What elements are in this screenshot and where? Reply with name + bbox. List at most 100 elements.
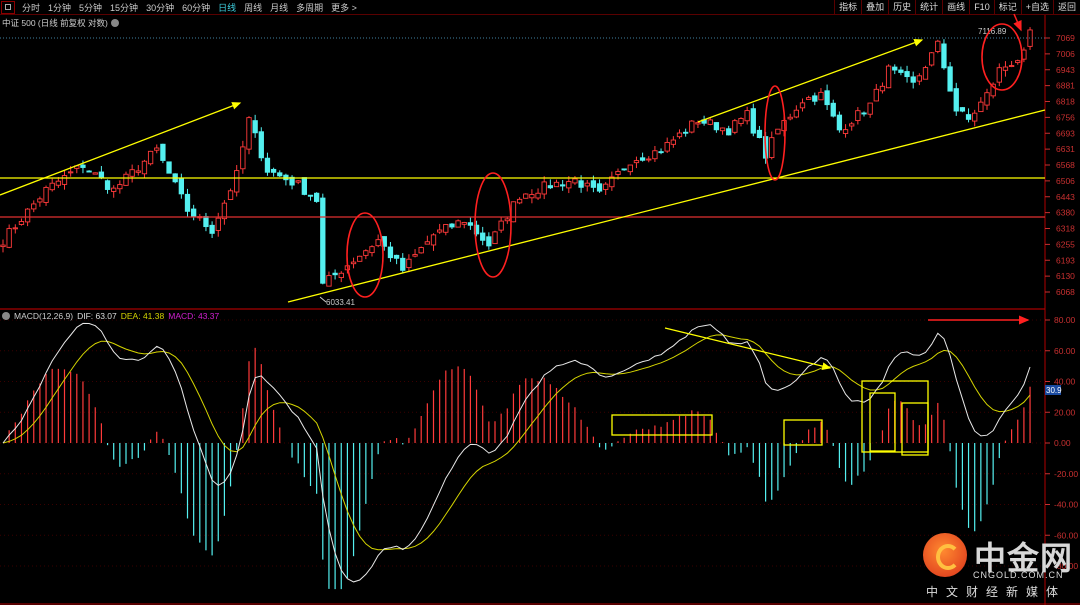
candle-up <box>375 239 381 247</box>
candle-up <box>535 192 541 199</box>
candle-up <box>1008 65 1015 67</box>
candle-down <box>86 170 92 173</box>
candle-up <box>744 110 750 122</box>
highlight-ellipse <box>764 85 786 181</box>
candle-up <box>350 261 357 265</box>
candle-up <box>61 175 68 185</box>
candle-down <box>836 114 843 131</box>
price-tick-label: 6818 <box>1056 97 1075 107</box>
candle-up <box>498 220 504 231</box>
candle-up <box>510 201 517 223</box>
candle-up <box>455 220 461 228</box>
candle-down <box>965 114 972 120</box>
candle-up <box>504 218 510 222</box>
highlight-ellipse <box>474 172 512 278</box>
candle-up <box>984 92 990 106</box>
candle-up <box>842 129 849 134</box>
candle-up <box>855 110 861 121</box>
candle-up <box>584 182 590 187</box>
candle-down <box>160 143 166 161</box>
candle-up <box>879 85 886 92</box>
candle-up <box>664 142 670 152</box>
candle-up <box>652 150 658 160</box>
candle-down <box>861 112 867 115</box>
candle-down <box>203 216 209 228</box>
price-tick-label: 6693 <box>1056 128 1075 138</box>
candle-up <box>369 246 375 254</box>
candle-down <box>639 157 646 161</box>
candle-down <box>750 108 756 134</box>
candle-up <box>996 67 1002 83</box>
candle-down <box>590 180 597 188</box>
candle-up <box>240 146 246 170</box>
candle-up <box>424 241 430 245</box>
candle-up <box>873 88 879 102</box>
candle-up <box>738 118 744 125</box>
price-tick-label: 6318 <box>1056 224 1075 234</box>
price-tick-label: 7069 <box>1056 33 1075 43</box>
candle-up <box>689 120 695 133</box>
candle-up <box>418 247 424 254</box>
candle-down <box>393 254 400 259</box>
candle-down <box>301 177 307 195</box>
candle-down <box>947 66 953 92</box>
candle-up <box>1015 60 1021 64</box>
kline-chart[interactable]: 7069 7006 6943 6881 6818 6756 6693 6631 6568 6506… <box>0 0 1080 605</box>
candle-up <box>129 169 135 177</box>
candle-down <box>830 102 836 117</box>
candle-up <box>363 250 369 256</box>
candle-down <box>277 172 283 177</box>
price-tick-label: 6068 <box>1056 287 1075 297</box>
candle-down <box>178 178 184 195</box>
candle-down <box>314 192 320 202</box>
candle-down <box>400 257 406 271</box>
candle-down <box>941 43 947 69</box>
candle-up <box>92 172 98 175</box>
candle-down <box>713 122 720 131</box>
candle-down <box>184 193 191 212</box>
candle-up <box>18 221 25 225</box>
candle-down <box>387 246 394 259</box>
candle-up <box>695 122 701 125</box>
candle-up <box>1027 29 1033 47</box>
candle-up <box>523 193 529 199</box>
candle-up <box>818 91 824 101</box>
candle-up <box>929 52 935 66</box>
candles <box>0 27 1033 287</box>
candle-up <box>806 97 812 100</box>
price-tick-label: 6193 <box>1056 255 1075 265</box>
candle-up <box>603 183 609 190</box>
candle-up <box>670 139 677 145</box>
candle-up <box>707 119 713 125</box>
candle-down <box>910 76 916 83</box>
candle-down <box>332 272 338 276</box>
dif-line <box>2 322 1031 583</box>
candle-down <box>480 232 486 241</box>
candle-up <box>769 137 775 158</box>
candle-up <box>67 171 74 174</box>
candle-down <box>98 171 105 179</box>
candle-up <box>37 198 43 203</box>
macd-tick-label: 20.00 <box>1054 407 1076 417</box>
candle-up <box>799 102 806 109</box>
macd-histogram <box>8 347 1031 590</box>
candle-up <box>627 164 633 173</box>
candle-down <box>166 161 172 174</box>
watermark-en: CNGOLD.COM.CN <box>973 570 1064 580</box>
candle-down <box>190 208 197 218</box>
candle-up <box>867 102 873 115</box>
candle-up <box>55 180 62 186</box>
candle-down <box>726 128 732 136</box>
candle-up <box>916 75 923 82</box>
candle-down <box>104 180 111 190</box>
candle-down <box>252 120 258 134</box>
price-tick-label: 6255 <box>1056 239 1075 249</box>
candle-down <box>658 151 664 154</box>
candle-up <box>0 244 6 248</box>
candle-down <box>547 185 554 189</box>
candle-up <box>492 231 498 245</box>
candle-up <box>972 112 978 122</box>
candle-up <box>147 150 154 165</box>
candle-up <box>135 170 141 173</box>
candle-up <box>221 202 228 220</box>
